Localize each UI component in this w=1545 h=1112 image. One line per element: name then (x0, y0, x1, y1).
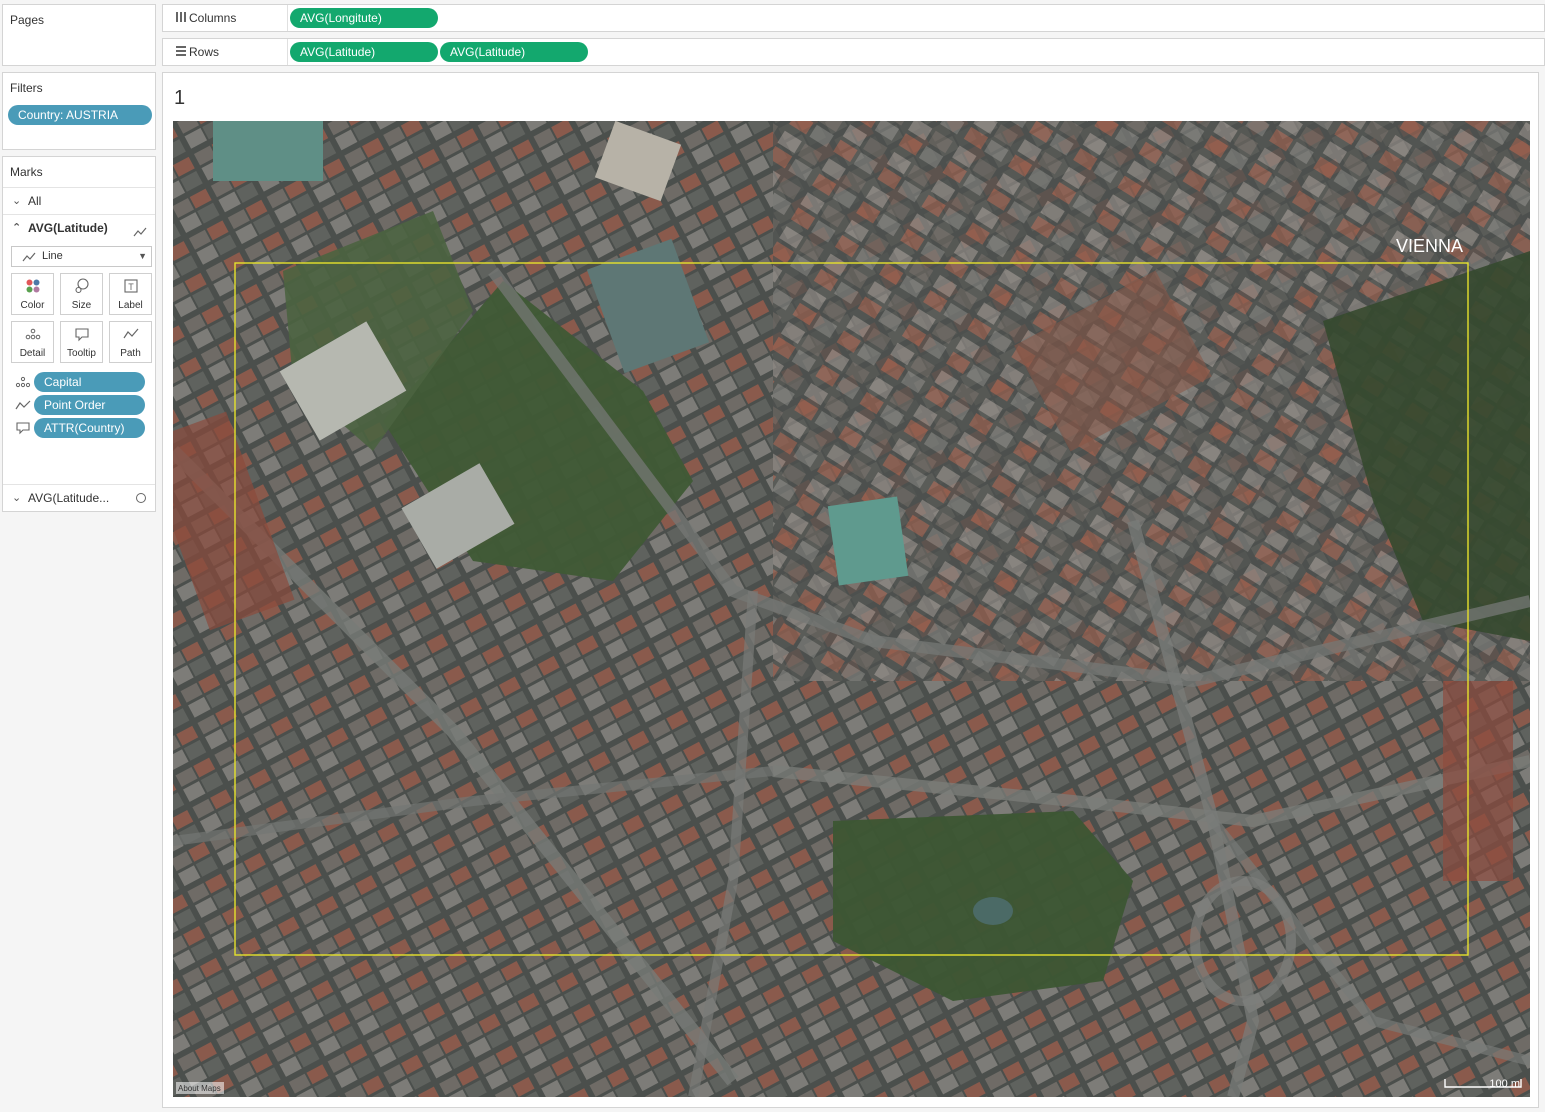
marks-card: Marks ⌄ All ⌃ AVG(Latitude) Line ▼ Color… (2, 156, 156, 512)
view-title: 1 (174, 87, 186, 109)
size-caption: Size (71, 300, 92, 311)
path-field-icon (15, 399, 31, 414)
pages-title: Pages (10, 13, 45, 27)
shelf-divider (287, 5, 288, 31)
path-button[interactable]: Path (109, 321, 152, 363)
line-mark-icon (133, 221, 147, 247)
size-button[interactable]: Size (60, 273, 103, 315)
svg-text:T: T (128, 282, 134, 292)
marks-layer-row-2[interactable]: ⌄ AVG(Latitude... (3, 484, 155, 510)
circle-mark-icon (136, 493, 146, 503)
color-button[interactable]: Color (11, 273, 54, 315)
attribution-text[interactable]: About Maps (178, 1084, 221, 1093)
detail-button[interactable]: Detail (11, 321, 54, 363)
shelf-divider (287, 39, 288, 65)
columns-label: Columns (189, 11, 237, 25)
detail-caption: Detail (19, 348, 46, 359)
detail-icon (12, 326, 53, 348)
building-roof (213, 121, 323, 181)
field-pill-attr-country[interactable]: ATTR(Country) (34, 418, 145, 438)
pond (973, 897, 1013, 925)
building-roof (827, 496, 909, 586)
view-card: 1 VIENNA About Maps 100 m (162, 72, 1539, 1108)
mark-type-value: Line (42, 250, 63, 262)
columns-icon (175, 11, 187, 26)
rows-shelf[interactable]: Rows AVG(Latitude) AVG(Latitude) (162, 38, 1545, 66)
filter-pill-country[interactable]: Country: AUSTRIA (8, 105, 152, 125)
tooltip-button[interactable]: Tooltip (60, 321, 103, 363)
color-caption: Color (20, 300, 45, 311)
city-label: VIENNA (1396, 236, 1463, 256)
columns-shelf[interactable]: Columns AVG(Longitute) (162, 4, 1545, 32)
tooltip-caption: Tooltip (67, 348, 96, 359)
chevron-down-icon: ⌄ (12, 492, 22, 504)
marks-layer2-label: AVG(Latitude... (28, 491, 110, 505)
marks-all-row[interactable]: ⌄ All (3, 187, 155, 213)
tooltip-field-icon (15, 421, 31, 438)
marks-all-label: All (28, 194, 42, 208)
field-pill-point-order[interactable]: Point Order (34, 395, 145, 415)
size-icon (61, 278, 102, 300)
scale-label: 100 m (1489, 1078, 1520, 1090)
path-icon (110, 326, 151, 348)
path-caption: Path (120, 348, 141, 359)
filters-card: Filters Country: AUSTRIA (2, 72, 156, 150)
chevron-down-icon: ⌄ (12, 195, 22, 207)
marks-layer-row-1[interactable]: ⌃ AVG(Latitude) (3, 214, 155, 240)
chevron-up-icon: ⌃ (12, 222, 22, 234)
rows-label: Rows (189, 45, 220, 59)
tooltip-icon (61, 326, 102, 348)
line-mark-icon (22, 251, 36, 266)
marks-title: Marks (10, 165, 43, 179)
color-icon (12, 278, 53, 300)
mark-type-dropdown[interactable]: Line ▼ (11, 246, 152, 267)
rows-icon (175, 45, 187, 60)
filters-title: Filters (10, 81, 43, 95)
map-svg: VIENNA About Maps 100 m (173, 121, 1530, 1097)
row-pill-latitude-2[interactable]: AVG(Latitude) (440, 42, 588, 62)
building-roof (1443, 681, 1513, 881)
marks-layer-label: AVG(Latitude) (28, 221, 108, 235)
label-caption: Label (118, 300, 143, 311)
satellite-map[interactable]: VIENNA About Maps 100 m (173, 121, 1530, 1097)
pages-card[interactable]: Pages (2, 4, 156, 66)
detail-field-icon (15, 376, 31, 391)
dropdown-arrow-icon: ▼ (138, 251, 147, 261)
label-button[interactable]: T Label (109, 273, 152, 315)
column-pill-longitude[interactable]: AVG(Longitute) (290, 8, 438, 28)
row-pill-latitude-1[interactable]: AVG(Latitude) (290, 42, 438, 62)
label-icon: T (110, 278, 151, 300)
field-pill-capital[interactable]: Capital (34, 372, 145, 392)
